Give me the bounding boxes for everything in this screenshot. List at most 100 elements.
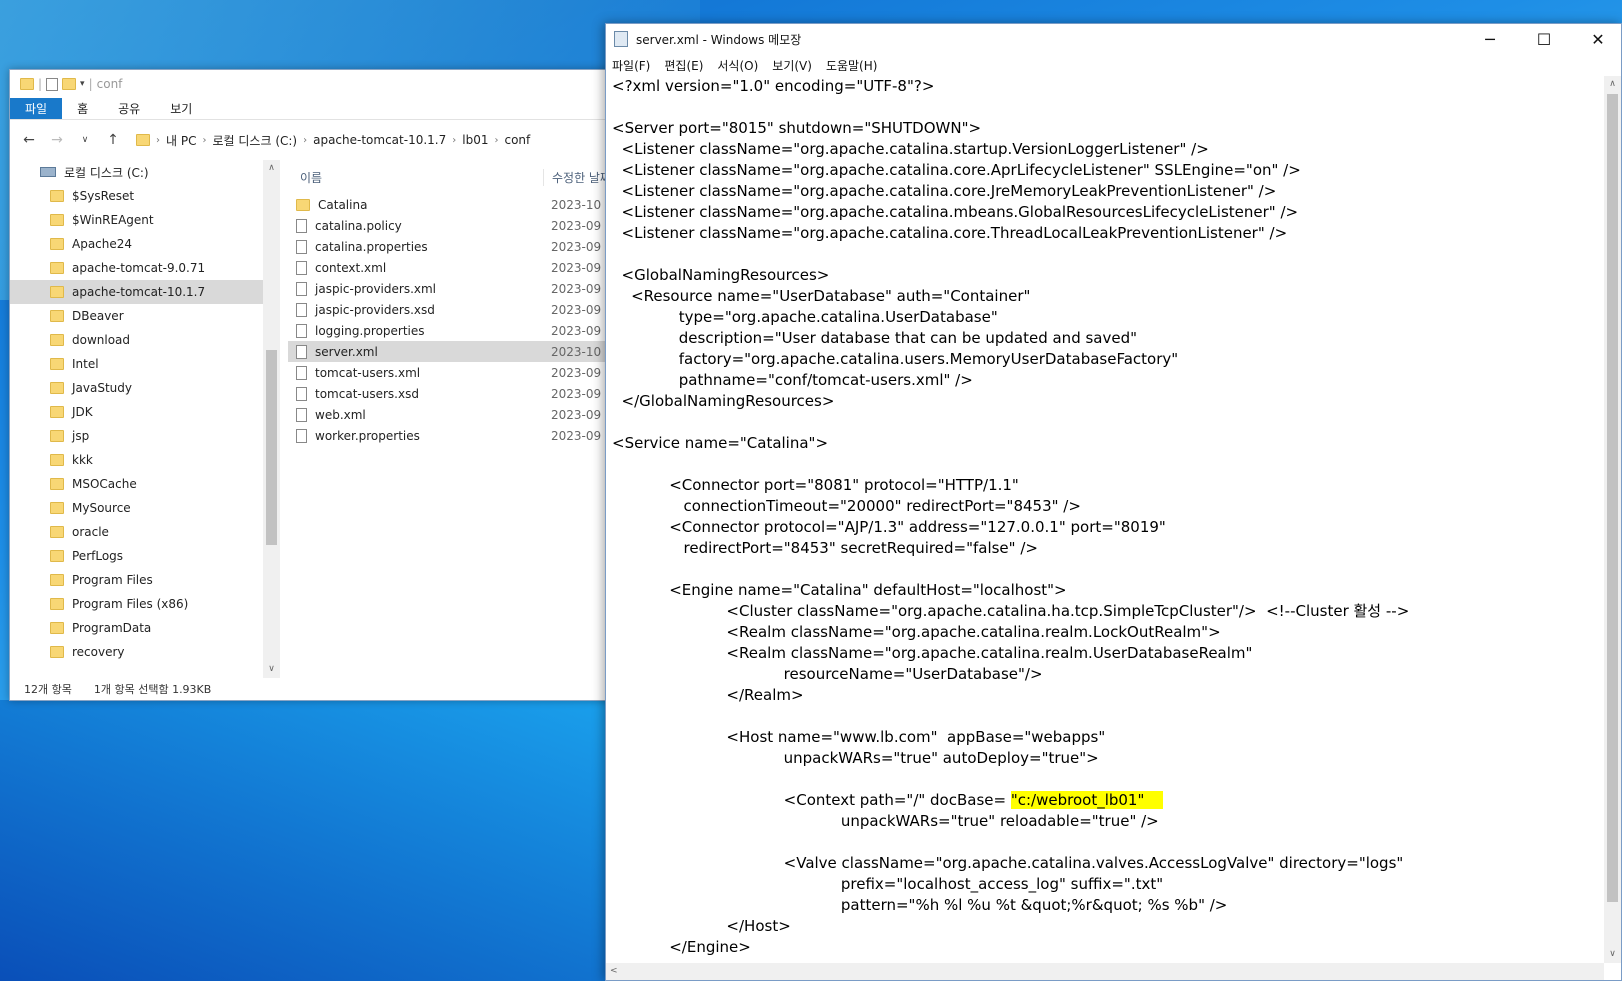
scroll-left-icon[interactable]: <: [610, 963, 618, 980]
text-editor[interactable]: <?xml version="1.0" encoding="UTF-8"?> <…: [606, 76, 1604, 963]
file-name-cell: tomcat-users.xml: [288, 365, 543, 380]
navigation-pane: 로컬 디스크 (C:) $SysReset $WinREAgent Apache24…: [10, 160, 280, 678]
file-row[interactable]: catalina.policy 2023-09: [288, 215, 618, 236]
file-name-cell: server.xml: [288, 344, 543, 359]
tree-list: $SysReset $WinREAgent Apache24 apache-tomca…: [10, 184, 280, 664]
scrollbar-thumb[interactable]: [1607, 94, 1618, 902]
tab-share[interactable]: 공유: [103, 98, 155, 119]
recent-dropdown-icon[interactable]: ∨: [74, 135, 96, 145]
menu-format[interactable]: 서식(O): [717, 57, 758, 74]
column-header-date[interactable]: 수정한 날짜: [543, 168, 611, 186]
file-row[interactable]: jaspic-providers.xsd 2023-09: [288, 299, 618, 320]
folder-icon: [50, 574, 64, 586]
close-button[interactable]: ✕: [1575, 24, 1621, 54]
breadcrumb-item[interactable]: conf: [504, 133, 530, 147]
menu-edit[interactable]: 편집(E): [664, 57, 703, 74]
breadcrumb[interactable]: › 내 PC › 로컬 디스크 (C:) › apache-tomcat-10.…: [130, 127, 610, 153]
tree-item[interactable]: Program Files: [10, 568, 280, 592]
tree-item[interactable]: MySource: [10, 496, 280, 520]
scroll-down-icon[interactable]: ∨: [1604, 946, 1621, 963]
breadcrumb-item[interactable]: 내 PC: [166, 132, 196, 149]
maximize-button[interactable]: ☐: [1521, 24, 1567, 54]
desktop-background-lower: [0, 700, 620, 981]
menu-view[interactable]: 보기(V): [772, 57, 812, 74]
tree-item[interactable]: JDK: [10, 400, 280, 424]
file-name-cell: web.xml: [288, 407, 543, 422]
forward-arrow-icon[interactable]: →: [46, 132, 68, 148]
editor-content[interactable]: <?xml version="1.0" encoding="UTF-8"?> <…: [606, 76, 1604, 958]
file-date: 2023-10: [551, 197, 602, 212]
folder-icon: [50, 262, 64, 274]
drive-icon: [40, 167, 56, 177]
tree-item[interactable]: Program Files (x86): [10, 592, 280, 616]
folder-icon: [50, 382, 64, 394]
file-list: Catalina 2023-10 catalina.policy 2023-09 cat…: [288, 194, 618, 446]
tree-item[interactable]: apache-tomcat-10.1.7: [10, 280, 280, 304]
file-name-cell: worker.properties: [288, 428, 543, 443]
tree-item[interactable]: kkk: [10, 448, 280, 472]
tree-item[interactable]: Apache24: [10, 232, 280, 256]
tree-item[interactable]: MSOCache: [10, 472, 280, 496]
tree-item-label: download: [72, 333, 131, 347]
tab-home[interactable]: 홈: [62, 98, 103, 119]
file-icon: [296, 218, 307, 233]
tree-item[interactable]: JavaStudy: [10, 376, 280, 400]
breadcrumb-item[interactable]: apache-tomcat-10.1.7: [313, 133, 446, 147]
scroll-up-icon[interactable]: ∧: [263, 160, 280, 177]
file-date: 2023-09: [551, 386, 602, 401]
file-row[interactable]: catalina.properties 2023-09: [288, 236, 618, 257]
file-date: 2023-09: [551, 365, 602, 380]
tree-item[interactable]: PerfLogs: [10, 544, 280, 568]
tree-item[interactable]: apache-tomcat-9.0.71: [10, 256, 280, 280]
file-date: 2023-10: [551, 344, 602, 359]
scroll-down-icon[interactable]: ∨: [263, 661, 280, 678]
menu-file[interactable]: 파일(F): [612, 57, 650, 74]
tab-view[interactable]: 보기: [155, 98, 207, 119]
tab-file[interactable]: 파일: [10, 98, 63, 119]
properties-icon[interactable]: [46, 77, 59, 91]
tree-item[interactable]: $SysReset: [10, 184, 280, 208]
file-row[interactable]: logging.properties 2023-09: [288, 320, 618, 341]
tree-scrollbar[interactable]: ∧ ∨: [263, 160, 280, 678]
folder-icon: [50, 310, 64, 322]
file-date: 2023-09: [551, 302, 602, 317]
tree-item[interactable]: DBeaver: [10, 304, 280, 328]
file-row[interactable]: web.xml 2023-09: [288, 404, 618, 425]
tree-item[interactable]: recovery: [10, 640, 280, 664]
tree-item[interactable]: jsp: [10, 424, 280, 448]
file-icon: [296, 344, 307, 359]
chevron-down-icon[interactable]: ▾: [80, 79, 85, 89]
breadcrumb-item[interactable]: lb01: [462, 133, 488, 147]
tree-item[interactable]: oracle: [10, 520, 280, 544]
scrollbar-thumb[interactable]: [266, 350, 277, 545]
tree-item-label: apache-tomcat-9.0.71: [72, 261, 206, 275]
tree-item[interactable]: Intel: [10, 352, 280, 376]
file-row[interactable]: Catalina 2023-10: [288, 194, 618, 215]
file-row[interactable]: server.xml 2023-10: [288, 341, 618, 362]
window-title: server.xml - Windows 메모장: [636, 32, 802, 47]
tree-item-drive-c[interactable]: 로컬 디스크 (C:): [10, 160, 280, 184]
tree-item[interactable]: ProgramData: [10, 616, 280, 640]
tree-item[interactable]: $WinREAgent: [10, 208, 280, 232]
tree-item-label: oracle: [72, 525, 109, 539]
new-folder-icon[interactable]: [62, 78, 77, 90]
scroll-up-icon[interactable]: ∧: [1604, 76, 1621, 93]
column-header-name[interactable]: 이름: [288, 169, 543, 186]
menu-help[interactable]: 도움말(H): [826, 57, 878, 74]
up-arrow-icon[interactable]: ↑: [102, 132, 124, 148]
file-name: context.xml: [315, 260, 387, 275]
tree-item[interactable]: download: [10, 328, 280, 352]
folder-icon: [50, 622, 64, 634]
vertical-scrollbar[interactable]: ∧ ∨: [1604, 76, 1621, 963]
minimize-button[interactable]: ─: [1467, 24, 1513, 54]
tree-item-label: recovery: [72, 645, 125, 659]
file-row[interactable]: context.xml 2023-09: [288, 257, 618, 278]
breadcrumb-item[interactable]: 로컬 디스크 (C:): [212, 132, 297, 149]
horizontal-scrollbar[interactable]: <: [606, 963, 1604, 980]
file-row[interactable]: tomcat-users.xsd 2023-09: [288, 383, 618, 404]
file-row[interactable]: worker.properties 2023-09: [288, 425, 618, 446]
back-arrow-icon[interactable]: ←: [18, 132, 40, 148]
folder-icon: [50, 454, 64, 466]
file-row[interactable]: tomcat-users.xml 2023-09: [288, 362, 618, 383]
file-row[interactable]: jaspic-providers.xml 2023-09: [288, 278, 618, 299]
